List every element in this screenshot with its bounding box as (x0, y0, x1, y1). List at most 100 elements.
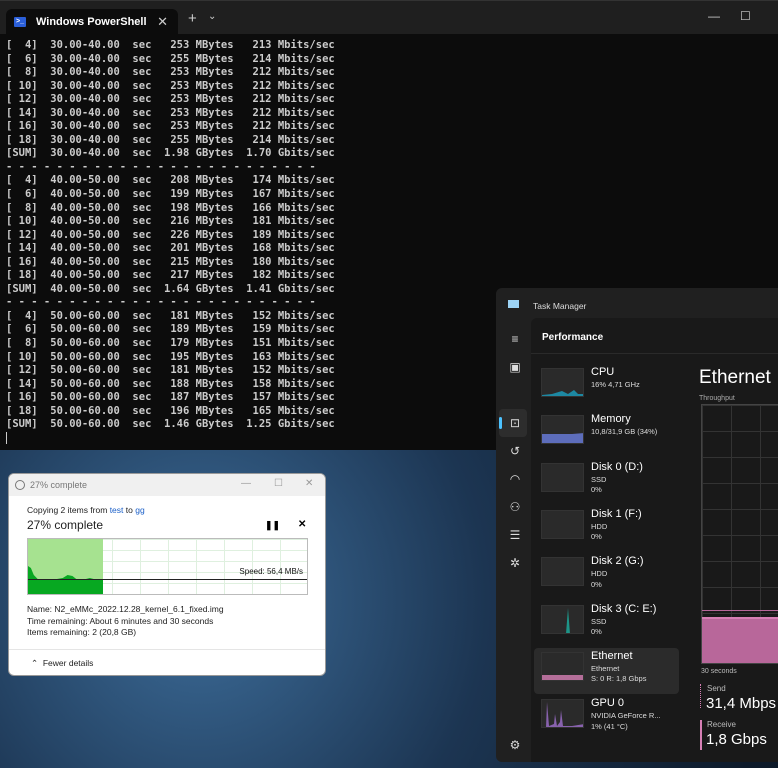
item-detail: NVIDIA GeForce R... (591, 711, 661, 721)
clock-icon (15, 480, 25, 490)
performance-icon[interactable]: ⊡ (508, 416, 522, 430)
details-icon[interactable]: ☰ (508, 528, 522, 542)
item-detail: SSD (591, 616, 607, 626)
terminal-line: [SUM] 30.00-40.00 sec 1.98 GBytes 1.70 G… (6, 147, 335, 160)
item-detail: 0% (591, 532, 602, 542)
perf-item-cpu[interactable]: CPU 16% 4,71 GHz (534, 364, 679, 410)
copy-details: Name: N2_eMMc_2022.12.28_kernel_6.1_fixe… (27, 604, 224, 639)
perf-item-disk-3-c-e[interactable]: Disk 3 (C: E:) SSD 0% (534, 601, 679, 647)
item-detail: Ethernet (591, 663, 620, 673)
mini-graph (541, 699, 584, 729)
processes-icon[interactable]: ▣ (508, 360, 522, 374)
item-name: Disk 2 (G:) (591, 555, 644, 568)
item-detail: HDD (591, 521, 608, 531)
terminal-output[interactable]: [ 4] 30.00-40.00 sec 253 MBytes 213 Mbit… (6, 39, 335, 448)
terminal-line: [ 14] 30.00-40.00 sec 253 MBytes 212 Mbi… (6, 106, 335, 119)
progress-label: 27% complete (27, 518, 104, 532)
copy-dialog: 27% complete — ☐ ✕ Copying 2 items from … (8, 473, 326, 676)
maximize-button[interactable]: ☐ (740, 9, 751, 23)
to-text: to (125, 505, 133, 515)
performance-panel: Performance CPU 16% 4,71 GHz Memory 10,8/31… (531, 318, 778, 762)
perf-item-disk-2-g[interactable]: Disk 2 (G:) HDD 0% (534, 553, 679, 599)
terminal-line: [ 12] 40.00-50.00 sec 226 MBytes 189 Mbi… (6, 228, 335, 241)
chevron-up-icon: ⌃ (31, 658, 39, 668)
item-name: Disk 3 (C: E:) (591, 602, 657, 615)
divider (531, 353, 778, 354)
close-button[interactable]: ✕ (305, 478, 313, 489)
perf-item-ethernet[interactable]: Ethernet Ethernet S: 0 R: 1,8 Gbps (534, 647, 679, 694)
perf-item-disk-0-d[interactable]: Disk 0 (D:) SSD 0% (534, 459, 679, 505)
item-detail: 0% (591, 485, 602, 495)
hamburger-icon[interactable]: ≡ (508, 332, 522, 346)
send-label: Send (707, 684, 726, 693)
terminal-line: [ 18] 50.00-60.00 sec 196 MBytes 165 Mbi… (6, 404, 335, 417)
terminal-line: [ 10] 50.00-60.00 sec 195 MBytes 163 Mbi… (6, 350, 335, 363)
item-name: Ethernet (591, 649, 633, 662)
send-legend-bar (700, 684, 701, 708)
item-subtext: SSD 0% (591, 475, 606, 496)
minimize-button[interactable]: — (241, 478, 251, 489)
item-detail: 10,8/31,9 GB (34%) (591, 427, 658, 437)
item-subtext: 10,8/31,9 GB (34%) (591, 427, 657, 438)
terminal-line: [ 12] 50.00-60.00 sec 181 MBytes 152 Mbi… (6, 364, 335, 377)
terminal-line: [ 6] 50.00-60.00 sec 189 MBytes 159 Mbit… (6, 323, 335, 336)
send-value: 31,4 Mbps (706, 695, 777, 712)
settings-icon[interactable]: ⚙ (508, 738, 522, 752)
users-icon[interactable]: ⚇ (508, 500, 522, 514)
terminal-line: [ 8] 40.00-50.00 sec 198 MBytes 166 Mbit… (6, 201, 335, 214)
perf-item-gpu-0[interactable]: GPU 0 NVIDIA GeForce R... 1% (41 °C) (534, 695, 679, 741)
chevron-down-icon[interactable]: ⌄ (208, 11, 216, 22)
item-detail: 1% (41 °C) (591, 721, 628, 731)
source-link[interactable]: test (110, 505, 124, 515)
mini-graph-fill (542, 433, 583, 444)
mini-graph-fill (566, 607, 570, 633)
perf-item-disk-1-f[interactable]: Disk 1 (F:) HDD 0% (534, 506, 679, 552)
mini-graph (541, 415, 584, 445)
terminal-line: [SUM] 50.00-60.00 sec 1.46 GBytes 1.25 G… (6, 418, 335, 431)
fewer-details-button[interactable]: ⌃ Fewer details (31, 658, 93, 669)
receive-label: Receive (707, 720, 736, 729)
terminal-line: [ 8] 50.00-60.00 sec 179 MBytes 151 Mbit… (6, 337, 335, 350)
item-detail: HDD (591, 569, 608, 579)
terminal-line: [ 16] 40.00-50.00 sec 215 MBytes 180 Mbi… (6, 255, 335, 268)
item-detail: 0% (591, 579, 602, 589)
throughput-graph (701, 404, 778, 664)
dialog-title: 27% complete (30, 480, 88, 490)
startup-icon[interactable]: ◠ (508, 472, 522, 486)
mini-graph (541, 368, 584, 397)
terminal-line: [ 16] 50.00-60.00 sec 187 MBytes 157 Mbi… (6, 391, 335, 404)
dest-link[interactable]: gg (135, 505, 144, 515)
time-remaining: Time remaining: About 6 minutes and 30 s… (27, 615, 214, 626)
time-span-label: 30 seconds (701, 668, 737, 675)
terminal-line: [ 6] 30.00-40.00 sec 255 MBytes 214 Mbit… (6, 52, 335, 65)
new-tab-button[interactable]: + (188, 10, 197, 27)
pause-button[interactable]: ❚❚ (265, 520, 280, 531)
window-title: Task Manager (533, 301, 587, 311)
item-subtext: Ethernet S: 0 R: 1,8 Gbps (591, 664, 646, 685)
speed-label: Speed: 56,4 MB/s (239, 567, 303, 576)
item-detail: SSD (591, 474, 607, 484)
close-tab-icon[interactable]: ✕ (157, 14, 168, 30)
terminal-line: [ 4] 40.00-50.00 sec 208 MBytes 174 Mbit… (6, 174, 335, 187)
cancel-button[interactable]: ✕ (298, 519, 306, 530)
file-name: Name: N2_eMMc_2022.12.28_kernel_6.1_fixe… (27, 604, 224, 614)
perf-item-memory[interactable]: Memory 10,8/31,9 GB (34%) (534, 411, 679, 457)
terminal-line: [ 18] 30.00-40.00 sec 255 MBytes 214 Mbi… (6, 133, 335, 146)
tab-powershell[interactable]: >_ Windows PowerShell ✕ (6, 9, 178, 34)
terminal-line: [SUM] 40.00-50.00 sec 1.64 GBytes 1.41 G… (6, 282, 335, 295)
item-subtext: SSD 0% (591, 617, 606, 638)
item-subtext: HDD 0% (591, 569, 607, 590)
item-name: CPU (591, 366, 615, 378)
services-icon[interactable]: ✲ (508, 556, 522, 570)
terminal-line: - - - - - - - - - - - - - - - - - - - - … (6, 296, 316, 309)
divider (9, 649, 325, 650)
mini-graph-fill (546, 702, 583, 728)
copy-description: Copying 2 items from test to gg (27, 505, 145, 515)
speed-line (28, 579, 307, 580)
maximize-button[interactable]: ☐ (274, 478, 283, 489)
terminal-line: [ 18] 40.00-50.00 sec 217 MBytes 182 Mbi… (6, 269, 335, 282)
history-icon[interactable]: ↺ (508, 444, 522, 458)
sidebar: ≡ ▣ ⊡ ↺ ◠ ⚇ ☰ ✲ ⚙ (496, 318, 531, 762)
page-title: Performance (542, 332, 604, 343)
minimize-button[interactable]: — (708, 9, 720, 23)
